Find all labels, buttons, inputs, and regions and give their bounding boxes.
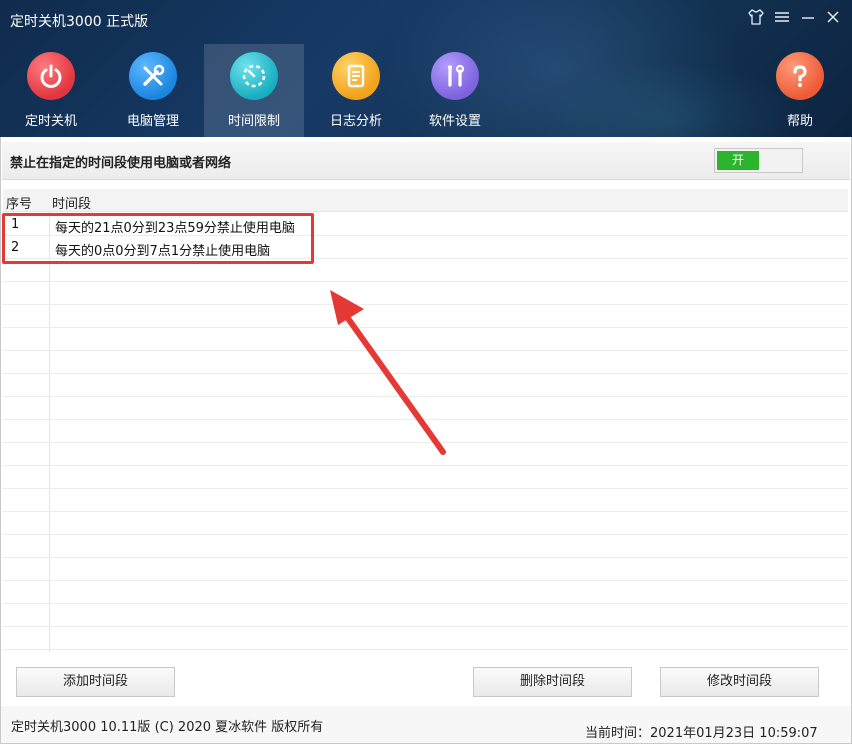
nav-label-log-analysis: 日志分析	[329, 114, 382, 129]
table-header: 序号 时间段	[3, 189, 848, 212]
close-icon[interactable]	[821, 8, 845, 32]
nav-item-log-analysis[interactable]: 日志分析	[306, 44, 406, 137]
nav-item-help[interactable]: 帮助	[750, 44, 850, 137]
nav-label-help: 帮助	[786, 114, 813, 129]
empty-row	[3, 489, 848, 512]
help-icon	[776, 52, 824, 100]
log-icon	[332, 52, 380, 100]
tools-icon	[129, 52, 177, 100]
copyright-text: 定时关机3000 10.11版 (C) 2020 夏冰软件 版权所有	[11, 720, 324, 735]
settings-tools-icon	[431, 52, 479, 100]
empty-row	[3, 558, 848, 581]
add-period-button[interactable]: 添加时间段	[16, 667, 175, 697]
nav-item-shutdown[interactable]: 定时关机	[1, 44, 101, 137]
annotation-highlight-box	[2, 213, 314, 264]
column-header-period[interactable]: 时间段	[52, 193, 91, 212]
power-icon	[27, 52, 75, 100]
delete-period-button[interactable]: 删除时间段	[473, 667, 632, 697]
toggle-on-label: 开	[717, 151, 759, 170]
window-title: 定时关机3000 正式版	[10, 14, 149, 30]
title-header: 定时关机3000 正式版 定时关机 电脑管理 时间限制 日志分析 软件设置 帮助	[0, 0, 852, 137]
column-header-index[interactable]: 序号	[6, 193, 32, 212]
menu-icon[interactable]	[770, 8, 794, 32]
nav-label-time-limit: 时间限制	[227, 114, 280, 129]
empty-row	[3, 581, 848, 604]
enable-toggle[interactable]: 开	[714, 148, 803, 173]
current-time-text: 当前时间：2021年01月23日 10:59:07	[585, 726, 818, 741]
empty-row	[3, 466, 848, 489]
empty-row	[3, 627, 848, 650]
empty-row	[3, 535, 848, 558]
section-title: 禁止在指定的时间段使用电脑或者网络	[10, 156, 232, 171]
nav-label-pc-manage: 电脑管理	[126, 114, 179, 129]
empty-row	[3, 512, 848, 535]
nav-label-software-settings: 软件设置	[428, 114, 481, 129]
empty-row	[3, 604, 848, 627]
nav-label-shutdown: 定时关机	[24, 114, 77, 129]
shirt-icon[interactable]	[744, 8, 768, 32]
nav-item-pc-manage[interactable]: 电脑管理	[103, 44, 203, 137]
edit-period-button[interactable]: 修改时间段	[660, 667, 819, 697]
status-bar: 定时关机3000 10.11版 (C) 2020 夏冰软件 版权所有 当前时间：…	[0, 706, 852, 744]
nav-item-time-limit[interactable]: 时间限制	[204, 44, 304, 137]
minimize-icon[interactable]	[796, 8, 820, 32]
annotation-arrow-icon	[330, 290, 446, 455]
nav-item-software-settings[interactable]: 软件设置	[405, 44, 505, 137]
clock-icon	[230, 52, 278, 100]
